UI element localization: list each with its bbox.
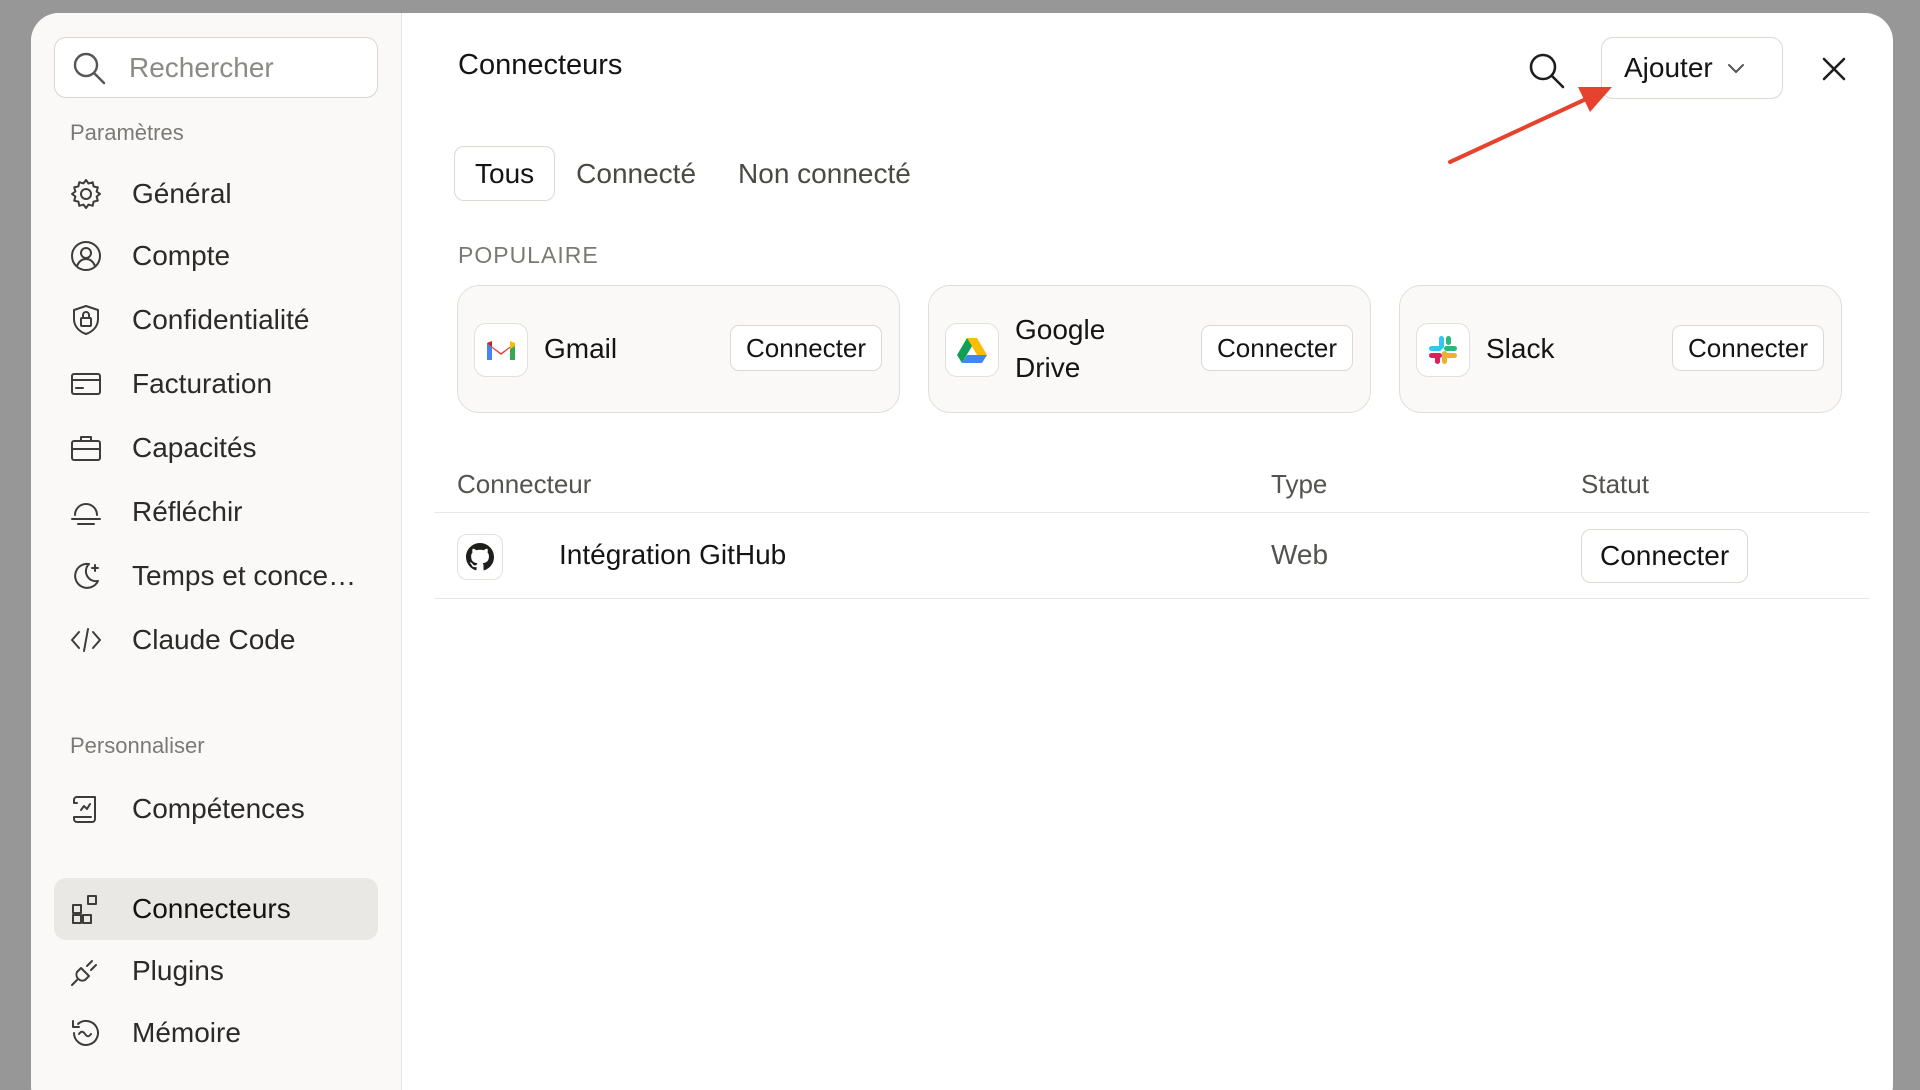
sidebar-item-claude-code[interactable]: Claude Code (54, 609, 378, 671)
gmail-icon (474, 323, 528, 377)
add-button-label: Ajouter (1624, 52, 1713, 83)
sidebar-item-think[interactable]: Réfléchir (54, 481, 378, 543)
sidebar-item-label: Compétences (132, 793, 305, 824)
connect-google-drive-button[interactable]: Connecter (1201, 325, 1353, 371)
table-header: Connecteur Type Statut (434, 453, 1870, 513)
github-icon (457, 534, 503, 580)
section-label-personalize: Personnaliser (70, 733, 205, 758)
sidebar-item-plugins[interactable]: Plugins (54, 940, 378, 1002)
sidebar-item-billing[interactable]: Facturation (54, 353, 378, 415)
sidebar-item-label: Capacités (132, 432, 257, 463)
connector-name: Slack (1486, 333, 1555, 364)
connect-github-button[interactable]: Connecter (1581, 529, 1749, 583)
section-label-settings: Paramètres (70, 120, 184, 145)
connectors-icon (72, 895, 97, 924)
search-icon[interactable] (1526, 50, 1566, 90)
shield-lock-icon (73, 305, 99, 335)
settings-window: Paramètres Général Compte Confidentialit… (31, 13, 1893, 1090)
popular-section-label: POPULAIRE (458, 242, 599, 268)
sidebar-search[interactable] (54, 37, 378, 98)
page-title: Connecteurs (458, 49, 623, 81)
sidebar-item-memory[interactable]: Mémoire (54, 1002, 378, 1064)
sidebar-item-capabilities[interactable]: Capacités (54, 417, 378, 479)
connector-card-slack: Slack Connecter (1399, 285, 1842, 413)
sidebar-item-label: Connecteurs (132, 893, 291, 924)
sidebar-item-label: Claude Code (132, 624, 296, 655)
close-icon[interactable] (1820, 55, 1848, 83)
plug-icon (71, 960, 97, 986)
column-header-type: Type (1271, 469, 1328, 499)
connect-gmail-button[interactable]: Connecter (730, 325, 882, 371)
briefcase-icon (71, 436, 101, 461)
sidebar-item-time-focus[interactable]: Temps et concentration (54, 545, 378, 607)
connector-name-line2: Drive (1015, 352, 1081, 383)
connectors-table: Connecteur Type Statut Intégration GitHu… (434, 453, 1870, 599)
column-header-connector: Connecteur (457, 469, 592, 499)
tab-all[interactable]: Tous (454, 146, 556, 201)
sidebar-item-label: Général (132, 178, 232, 209)
chevron-down-icon (1727, 64, 1744, 73)
connect-slack-button[interactable]: Connecter (1672, 325, 1824, 371)
sidebar-item-label: Mémoire (132, 1017, 241, 1048)
sidebar: Paramètres Général Compte Confidentialit… (31, 13, 402, 1090)
search-icon (73, 52, 106, 84)
table-row: Intégration GitHub Web Connecter (434, 513, 1870, 599)
google-drive-icon (945, 323, 999, 377)
sidebar-search-input[interactable] (129, 51, 359, 84)
connector-card-gmail: Gmail Connecter (457, 285, 900, 413)
gear-icon (71, 179, 101, 209)
credit-card-icon (71, 373, 101, 395)
slack-icon (1416, 323, 1470, 377)
user-circle-icon (71, 241, 101, 271)
connector-type: Web (1271, 539, 1329, 570)
sidebar-item-label: Temps et concentration (132, 560, 362, 591)
add-button[interactable]: Ajouter (1601, 37, 1783, 99)
tab-not-connected[interactable]: Non connecté (717, 146, 932, 201)
sidebar-item-label: Plugins (132, 955, 224, 986)
connector-card-google-drive: Google Drive Connecter (928, 285, 1371, 413)
moon-sparkle-icon (74, 562, 99, 589)
sidebar-item-label: Confidentialité (132, 304, 310, 335)
sidebar-item-privacy[interactable]: Confidentialité (54, 289, 378, 351)
sidebar-item-account[interactable]: Compte (54, 225, 378, 287)
sidebar-item-skills[interactable]: Compétences (54, 778, 378, 840)
connector-name-line1: Google (1015, 314, 1106, 345)
connector-name: Gmail (544, 333, 618, 364)
sidebar-item-general[interactable]: Général (54, 163, 378, 225)
scroll-icon (73, 796, 96, 823)
sidebar-item-label: Facturation (132, 368, 273, 399)
tab-connected[interactable]: Connecté (555, 146, 717, 201)
thinking-icon (71, 503, 101, 525)
sidebar-item-connectors[interactable]: Connecteurs (54, 878, 378, 940)
sidebar-item-label: Réfléchir (132, 496, 243, 527)
column-header-status: Statut (1581, 469, 1649, 499)
code-icon (71, 628, 101, 652)
memory-icon (72, 1019, 99, 1046)
sidebar-item-label: Compte (132, 240, 231, 271)
connector-name: Intégration GitHub (559, 539, 787, 570)
filter-tabs: Tous Connecté Non connecté (454, 146, 932, 201)
